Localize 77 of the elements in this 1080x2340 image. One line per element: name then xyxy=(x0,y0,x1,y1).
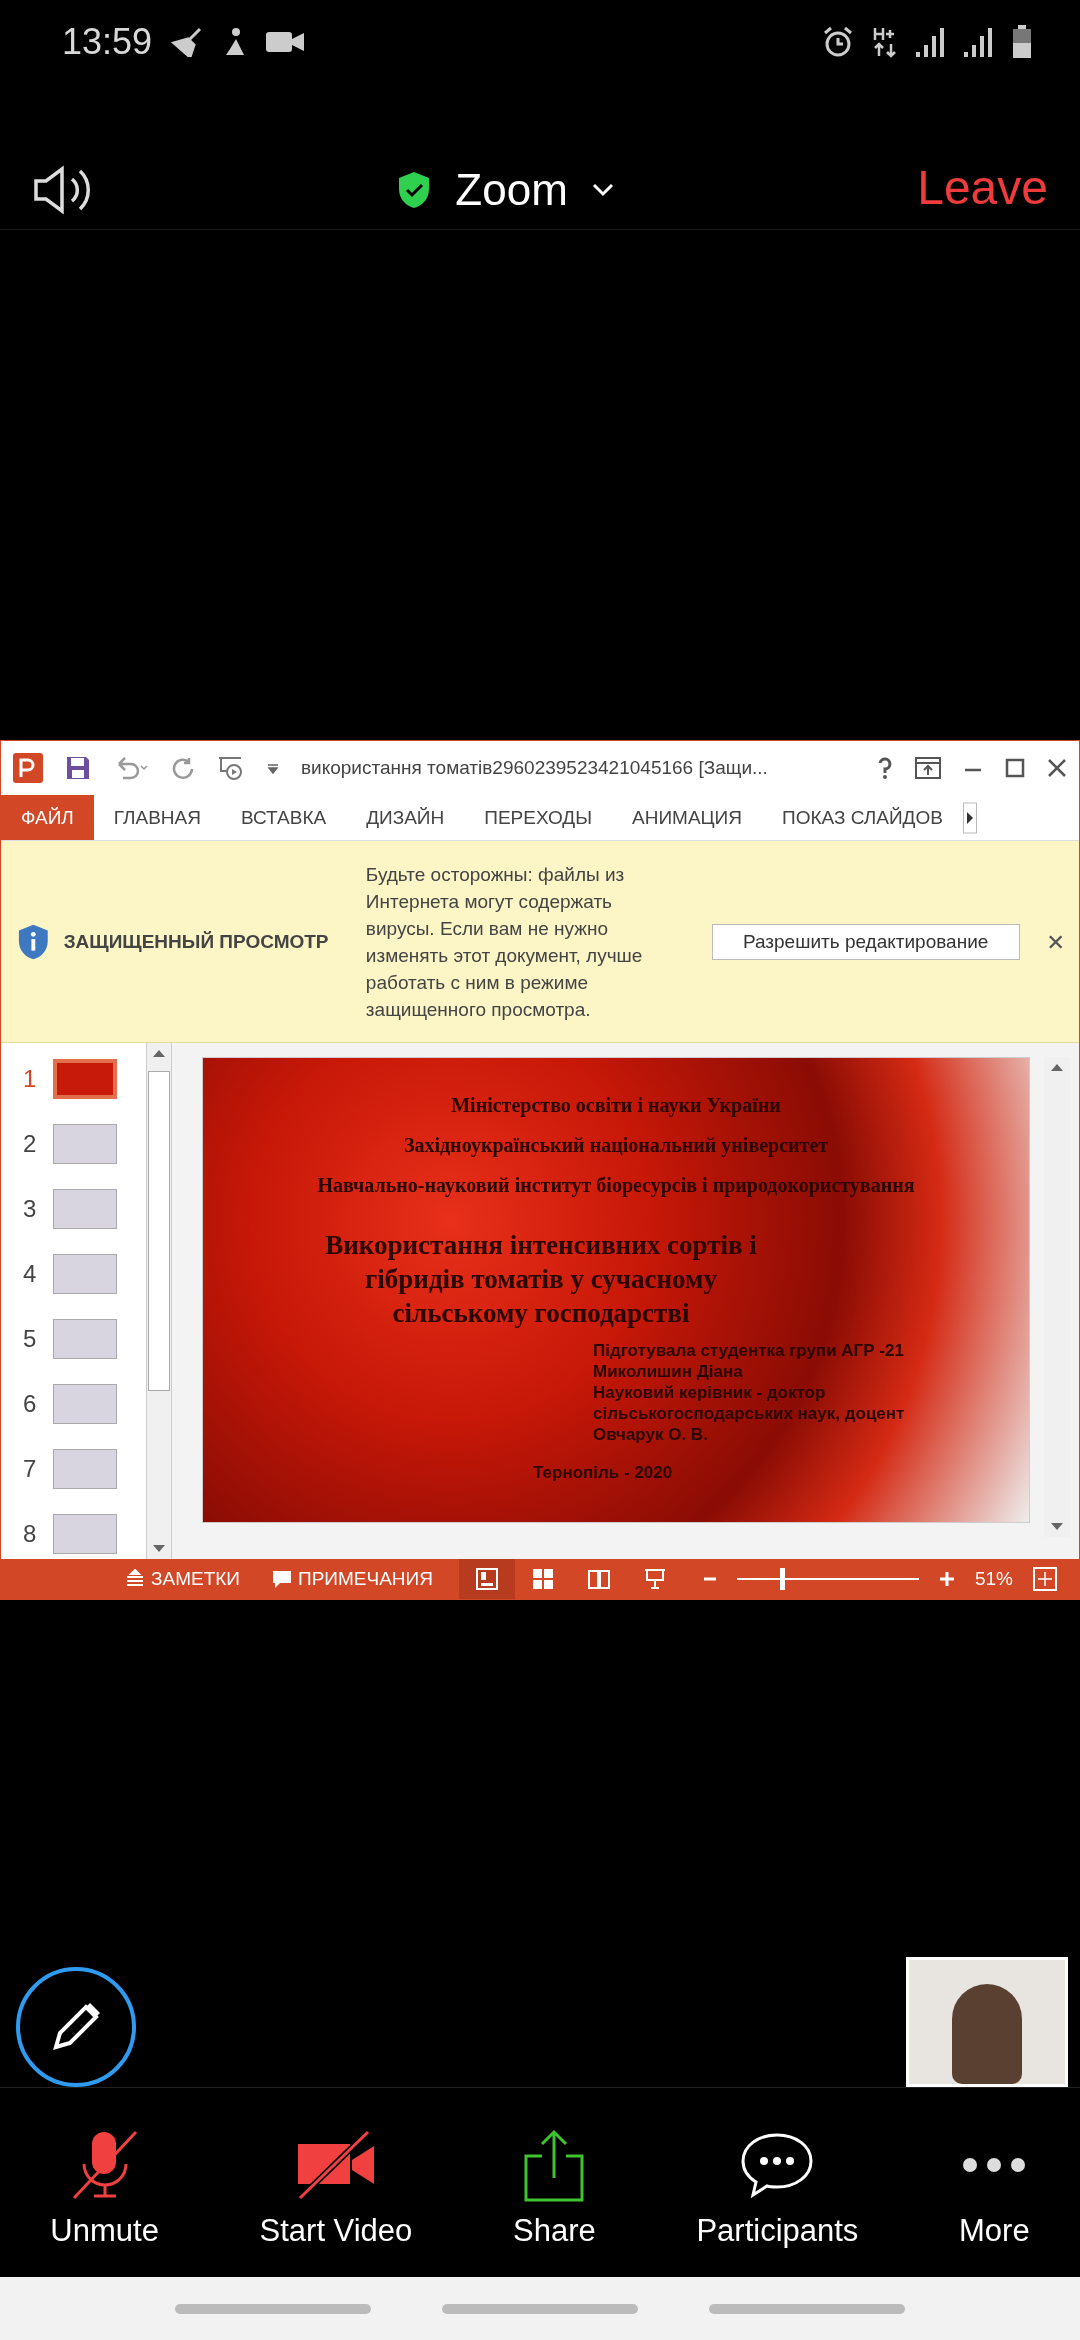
ribbon-display-icon[interactable] xyxy=(915,757,941,779)
notes-button[interactable]: ЗАМЕТКИ xyxy=(119,1568,246,1590)
more-icon xyxy=(961,2157,1028,2172)
slide-thumbnail[interactable] xyxy=(53,1384,117,1424)
slideshow-icon[interactable] xyxy=(217,755,245,781)
save-icon[interactable] xyxy=(65,755,91,781)
toolbar-button[interactable]: Start Video xyxy=(253,2123,419,2250)
network-hplus-icon xyxy=(872,26,898,58)
slide-thumbnail[interactable] xyxy=(53,1514,117,1554)
slide-thumbnail[interactable] xyxy=(53,1189,117,1229)
scrollbar[interactable] xyxy=(146,1043,172,1559)
signal-icon xyxy=(916,26,946,58)
powerpoint-logo-icon xyxy=(13,753,43,783)
zoom-slider-thumb[interactable] xyxy=(780,1568,786,1590)
status-time: 13:59 xyxy=(62,21,153,63)
view-button[interactable] xyxy=(458,1559,515,1599)
close-icon[interactable] xyxy=(1047,758,1067,778)
slide-number: 4 xyxy=(23,1260,38,1288)
slide-number: 5 xyxy=(23,1325,38,1353)
close-icon[interactable] xyxy=(1047,933,1063,950)
slide-title: Використання інтенсивних сортів і xyxy=(324,1229,758,1262)
toolbar-button[interactable]: Share xyxy=(507,2123,602,2250)
author-text: Науковий керівник - доктор xyxy=(593,1382,827,1403)
dropdown-icon[interactable] xyxy=(267,762,279,774)
enable-editing-button[interactable]: Разрешить редактирование xyxy=(711,923,1020,960)
slide-footer: Тернопіль - 2020 xyxy=(533,1463,1029,1483)
slide-number: 2 xyxy=(23,1130,38,1158)
slide-heading: Західноукраїнський національний університет xyxy=(402,1134,830,1157)
self-video-thumbnail[interactable] xyxy=(906,1957,1068,2087)
notes-icon xyxy=(125,1569,145,1589)
slide-title: сільському господарстві xyxy=(391,1297,691,1330)
author-text: сільськогосподарських наук, доцент xyxy=(593,1403,906,1424)
zoom-in-icon[interactable] xyxy=(938,1571,955,1587)
normal-view-icon xyxy=(474,1567,499,1591)
signal-icon xyxy=(964,26,994,58)
meeting-title[interactable]: Zoom xyxy=(455,165,568,215)
battery-icon xyxy=(1012,25,1032,59)
help-icon[interactable] xyxy=(877,756,893,780)
shield-check-icon xyxy=(397,171,432,209)
comments-button[interactable]: ПРИМЕЧАНИЯ xyxy=(266,1568,439,1590)
chevron-down-icon[interactable] xyxy=(591,183,614,197)
protected-view-heading: ЗАЩИЩЕННЫЙ ПРОСМОТР xyxy=(63,930,330,953)
slide-heading: Міністерство освіти і науки України xyxy=(450,1094,782,1117)
slide-number: 8 xyxy=(23,1520,38,1548)
info-shield-icon xyxy=(17,922,50,961)
zoom-percent[interactable]: 51% xyxy=(974,1568,1013,1590)
slide-thumbnail[interactable] xyxy=(53,1059,117,1099)
slide-thumbnail[interactable] xyxy=(53,1124,117,1164)
toolbar-button[interactable]: Unmute xyxy=(44,2123,165,2250)
author-text: Підготувала студентка групи АГР -21 xyxy=(593,1340,905,1361)
slide-thumbnail[interactable] xyxy=(53,1319,117,1359)
slide-heading: Навчально-науковий інститут біоресурсів і природокористування xyxy=(316,1174,916,1197)
slide-number: 3 xyxy=(23,1195,38,1223)
video-camera-icon xyxy=(266,29,305,55)
book-icon xyxy=(586,1567,611,1591)
redo-icon[interactable] xyxy=(171,756,195,780)
presentation-icon xyxy=(642,1567,667,1591)
author-text: Овчарук О. В. xyxy=(593,1424,709,1445)
toolbar-button[interactable]: More xyxy=(953,2123,1036,2250)
slide-number: 7 xyxy=(23,1455,38,1483)
share-icon xyxy=(522,2127,587,2202)
fit-slide-icon[interactable] xyxy=(1032,1567,1057,1591)
alarm-icon xyxy=(822,26,854,58)
grid-view-icon xyxy=(530,1567,555,1591)
ribbon-tab[interactable]: ФАЙЛ xyxy=(1,795,94,840)
slide-thumbnail[interactable] xyxy=(53,1449,117,1489)
comment-icon xyxy=(272,1569,292,1589)
slide-number: 6 xyxy=(23,1390,38,1418)
slide-number: 1 xyxy=(23,1065,38,1093)
warning-message: Будьте осторожны: файлы из Интернета могут содержать вирусы. Если вам не нужно изменять этот документ, лучше работать с ним в режиме защищенного просмотра. xyxy=(365,862,644,1022)
author-text: Миколишин Діана xyxy=(593,1361,744,1382)
leave-button[interactable]: Leave xyxy=(917,160,1048,215)
slide-title: гібридів томатів у сучасному xyxy=(364,1263,718,1296)
toolbar-button[interactable]: Participants xyxy=(690,2123,865,2250)
maximize-icon[interactable] xyxy=(1005,758,1025,778)
slide-thumbnail[interactable] xyxy=(53,1254,117,1294)
document-title: використання томатів2960239523421045166 [Защи... xyxy=(301,757,769,779)
